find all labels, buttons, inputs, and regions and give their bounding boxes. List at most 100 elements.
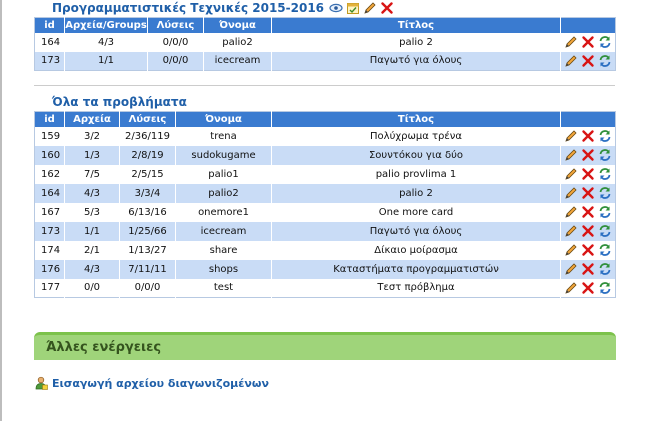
refresh-icon[interactable] (598, 224, 612, 238)
cell-actions (560, 259, 616, 279)
cell-actions (560, 183, 616, 203)
cell-actions (560, 221, 616, 241)
pencil-icon[interactable] (564, 54, 578, 68)
cell-name: trena (175, 126, 272, 146)
delete-icon[interactable] (581, 262, 595, 276)
cell-files: 0/0 (64, 278, 120, 298)
pencil-icon[interactable] (564, 281, 578, 295)
cell-id: 173 (34, 51, 65, 71)
cell-id: 164 (34, 32, 65, 52)
section-divider (34, 85, 615, 86)
contest-header: Προγραμματιστικές Τεχνικές 2015-2016 (52, 0, 394, 16)
contest-problems-table: id Αρχεία/Groups Λύσεις Όνομα Τίτλος 164… (34, 17, 616, 71)
refresh-icon[interactable] (598, 262, 612, 276)
delete-icon[interactable] (581, 54, 595, 68)
table-row: 160 1/3 2/8/19 sudokugame Σουντόκου για δύο (34, 145, 616, 165)
left-border (0, 0, 2, 421)
column-header-actions (560, 17, 616, 33)
cell-id: 174 (34, 240, 65, 260)
other-actions-panel: Άλλες ενέργειες (34, 332, 616, 360)
pencil-icon[interactable] (564, 224, 578, 238)
column-header-title[interactable]: Τίτλος (271, 111, 561, 127)
cell-id: 162 (34, 164, 65, 184)
cell-files: 4/3 (64, 32, 148, 52)
all-problems-table: id Αρχεία Λύσεις Όνομα Τίτλος 159 3/2 2/36… (34, 111, 616, 298)
cell-id: 173 (34, 221, 65, 241)
problems-table-body: 159 3/2 2/36/119 trena Πολύχρωμα τρένα 160 1/3… (34, 126, 616, 298)
delete-icon[interactable] (581, 167, 595, 181)
cell-actions (560, 32, 616, 52)
cell-solutions: 2/36/119 (119, 126, 176, 146)
delete-icon[interactable] (581, 129, 595, 143)
import-contestants-link[interactable]: Εισαγωγή αρχείου διαγωνιζομένων (34, 376, 269, 390)
cell-files: 7/5 (64, 164, 120, 184)
cell-id: 167 (34, 202, 65, 222)
column-header-name[interactable]: Όνομα (175, 111, 272, 127)
table-row: 164 4/3 3/3/4 palio2 palio 2 (34, 183, 616, 203)
delete-icon[interactable] (581, 186, 595, 200)
table-row: 159 3/2 2/36/119 trena Πολύχρωμα τρένα (34, 126, 616, 146)
cell-title: Δίκαιο μοίρασμα (271, 240, 561, 260)
pencil-icon[interactable] (564, 35, 578, 49)
contest-table-body: 164 4/3 0/0/0 palio2 palio 2 173 1/1 0/0/0 icecr… (34, 32, 616, 71)
calendar-icon[interactable] (346, 1, 360, 15)
cell-files: 1/1 (64, 51, 148, 71)
refresh-icon[interactable] (598, 167, 612, 181)
cell-solutions: 7/11/11 (119, 259, 176, 279)
pencil-icon[interactable] (564, 167, 578, 181)
delete-icon[interactable] (581, 224, 595, 238)
pencil-icon[interactable] (564, 148, 578, 162)
column-header-id[interactable]: id (34, 111, 65, 127)
cell-name: onemore1 (175, 202, 272, 222)
column-header-solutions[interactable]: Λύσεις (147, 17, 204, 33)
cell-files: 3/2 (64, 126, 120, 146)
cell-files: 1/3 (64, 145, 120, 165)
delete-icon[interactable] (581, 205, 595, 219)
import-contestants-label[interactable]: Εισαγωγή αρχείου διαγωνιζομένων (52, 377, 269, 390)
contest-title[interactable]: Προγραμματιστικές Τεχνικές 2015-2016 (52, 1, 324, 15)
delete-icon[interactable] (380, 1, 394, 15)
cell-solutions: 3/3/4 (119, 183, 176, 203)
delete-icon[interactable] (581, 35, 595, 49)
cell-name: palio2 (175, 183, 272, 203)
refresh-icon[interactable] (598, 54, 612, 68)
pencil-icon[interactable] (564, 262, 578, 276)
cell-files: 4/3 (64, 183, 120, 203)
column-header-files[interactable]: Αρχεία/Groups (64, 17, 148, 33)
cell-title: Καταστήματα προγραμματιστών (271, 259, 561, 279)
refresh-icon[interactable] (598, 35, 612, 49)
cell-solutions: 0/0/0 (147, 51, 204, 71)
cell-name: palio2 (203, 32, 272, 52)
pencil-icon[interactable] (363, 1, 377, 15)
pencil-icon[interactable] (564, 243, 578, 257)
refresh-icon[interactable] (598, 205, 612, 219)
eye-icon[interactable] (329, 1, 343, 15)
cell-title: Τεστ πρόβλημα (271, 278, 561, 298)
pencil-icon[interactable] (564, 205, 578, 219)
delete-icon[interactable] (581, 148, 595, 162)
cell-actions (560, 145, 616, 165)
refresh-icon[interactable] (598, 281, 612, 295)
cell-solutions: 1/13/27 (119, 240, 176, 260)
cell-name: test (175, 278, 272, 298)
delete-icon[interactable] (581, 243, 595, 257)
column-header-name[interactable]: Όνομα (203, 17, 272, 33)
delete-icon[interactable] (581, 281, 595, 295)
table-row: 176 4/3 7/11/11 shops Καταστήματα προγραμματ… (34, 259, 616, 279)
pencil-icon[interactable] (564, 129, 578, 143)
pencil-icon[interactable] (564, 186, 578, 200)
cell-title: palio 2 (271, 183, 561, 203)
refresh-icon[interactable] (598, 148, 612, 162)
column-header-id[interactable]: id (34, 17, 65, 33)
cell-actions (560, 164, 616, 184)
cell-title: One more card (271, 202, 561, 222)
refresh-icon[interactable] (598, 129, 612, 143)
column-header-solutions[interactable]: Λύσεις (119, 111, 176, 127)
column-header-title[interactable]: Τίτλος (271, 17, 561, 33)
table-row: 177 0/0 0/0/0 test Τεστ πρόβλημα (34, 278, 616, 298)
cell-title: palio 2 (271, 32, 561, 52)
column-header-files[interactable]: Αρχεία (64, 111, 120, 127)
cell-id: 159 (34, 126, 65, 146)
refresh-icon[interactable] (598, 243, 612, 257)
refresh-icon[interactable] (598, 186, 612, 200)
